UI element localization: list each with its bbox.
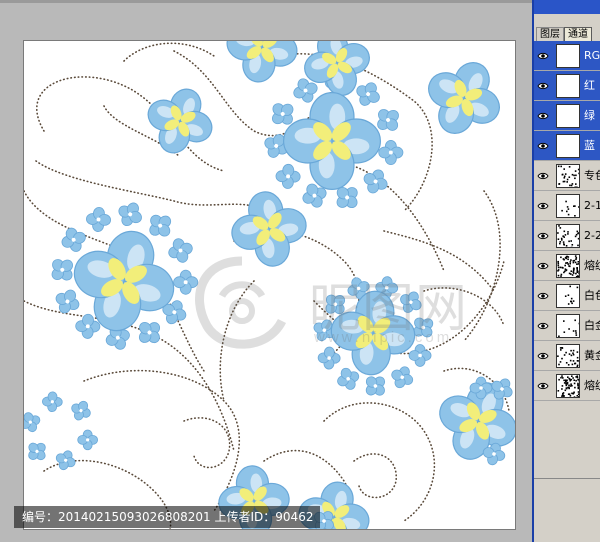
- channel-label: 白色: [584, 289, 600, 302]
- dotted-scroll-line: [219, 280, 255, 402]
- small-flower: [28, 442, 46, 461]
- panel-tabs: 图层 通道: [536, 27, 600, 41]
- channel-label: 专色: [584, 169, 600, 182]
- channel-row[interactable]: 白金: [534, 311, 600, 341]
- large-flower: [428, 62, 500, 134]
- floral-artwork: [24, 41, 515, 529]
- eye-icon[interactable]: [537, 320, 549, 332]
- dotted-scroll-line: [83, 369, 240, 512]
- channel-thumbnail: [556, 254, 580, 278]
- channel-thumbnail: [556, 314, 580, 338]
- channel-thumbnail: [556, 374, 580, 398]
- channel-thumbnail: [556, 164, 580, 188]
- dotted-scroll-line: [183, 417, 231, 469]
- channel-row[interactable]: 专色: [534, 161, 600, 191]
- channel-label: 熔纹: [584, 379, 600, 392]
- channel-label: 白金: [584, 319, 600, 332]
- channel-row[interactable]: 白色: [534, 281, 600, 311]
- channel-thumbnail: [556, 344, 580, 368]
- channels-panel: 图层 通道 RGB红绿蓝专色2-12-2熔纹白色白金黄金熔纹: [532, 0, 600, 542]
- small-flower: [55, 289, 80, 314]
- tab-channels[interactable]: 通道: [564, 27, 592, 41]
- eye-icon[interactable]: [537, 200, 549, 212]
- channel-row[interactable]: RGB: [534, 41, 600, 71]
- channel-label: RGB: [584, 49, 600, 62]
- eye-icon[interactable]: [537, 170, 549, 182]
- channel-label: 黄金: [584, 349, 600, 362]
- eye-icon[interactable]: [537, 260, 549, 272]
- dotted-scroll-line: [35, 160, 275, 222]
- small-flower: [408, 344, 432, 367]
- channel-row[interactable]: 2-2: [534, 221, 600, 251]
- eye-icon[interactable]: [537, 140, 549, 152]
- large-flower: [147, 88, 213, 154]
- channel-thumbnail: [556, 194, 580, 218]
- small-flower: [55, 450, 76, 471]
- panel-divider: [534, 478, 600, 479]
- small-flower: [71, 400, 91, 421]
- small-flower: [378, 140, 404, 166]
- eye-icon[interactable]: [537, 230, 549, 242]
- small-flower: [173, 269, 199, 295]
- channel-thumbnail: [556, 284, 580, 308]
- tab-layers[interactable]: 图层: [536, 27, 564, 41]
- channel-row[interactable]: 绿: [534, 101, 600, 131]
- channel-row[interactable]: 熔纹: [534, 371, 600, 401]
- dotted-scroll-line: [353, 453, 397, 499]
- channel-list: RGB红绿蓝专色2-12-2熔纹白色白金黄金熔纹: [534, 41, 600, 401]
- channel-label: 2-1: [584, 199, 600, 212]
- document-canvas[interactable]: 昵图网 www.nipic.com: [23, 40, 516, 530]
- channel-row[interactable]: 黄金: [534, 341, 600, 371]
- small-flower: [168, 238, 193, 263]
- panel-title-bar: [534, 0, 600, 14]
- channel-row[interactable]: 2-1: [534, 191, 600, 221]
- small-flower: [61, 227, 86, 252]
- workspace-top-edge: [0, 0, 532, 3]
- channel-thumbnail: [556, 104, 580, 128]
- channel-row[interactable]: 蓝: [534, 131, 600, 161]
- channel-thumbnail: [556, 74, 580, 98]
- eye-icon[interactable]: [537, 290, 549, 302]
- eye-icon[interactable]: [537, 80, 549, 92]
- channel-label: 红: [584, 79, 595, 92]
- small-flower: [118, 202, 142, 227]
- eye-icon[interactable]: [537, 350, 549, 362]
- small-flower: [365, 376, 386, 396]
- small-flower: [391, 366, 414, 389]
- workspace: 昵图网 www.nipic.com 编号：2014021509302680820…: [0, 0, 532, 542]
- channel-label: 绿: [584, 109, 595, 122]
- channel-label: 蓝: [584, 139, 595, 152]
- small-flower: [275, 163, 301, 189]
- channel-row[interactable]: 红: [534, 71, 600, 101]
- small-flower: [138, 321, 161, 344]
- eye-icon[interactable]: [537, 110, 549, 122]
- eye-icon[interactable]: [537, 50, 549, 62]
- eye-icon[interactable]: [537, 380, 549, 392]
- large-flower: [226, 41, 298, 83]
- channel-label: 2-2: [584, 229, 600, 242]
- large-flower: [231, 191, 307, 267]
- small-flower: [24, 412, 41, 433]
- small-flower: [149, 214, 172, 237]
- dotted-scroll-line: [123, 42, 215, 62]
- small-flower: [42, 391, 63, 413]
- channel-label: 熔纹: [584, 259, 600, 272]
- small-flower: [77, 429, 98, 451]
- small-flower: [400, 291, 422, 313]
- channel-thumbnail: [556, 134, 580, 158]
- upload-info-caption: 编号：20140215093026808201 上传者ID：90462: [14, 506, 320, 528]
- dotted-scroll-line: [383, 230, 495, 292]
- channel-thumbnail: [556, 224, 580, 248]
- channel-row[interactable]: 熔纹: [534, 251, 600, 281]
- channel-thumbnail: [556, 44, 580, 68]
- small-flower: [86, 206, 111, 232]
